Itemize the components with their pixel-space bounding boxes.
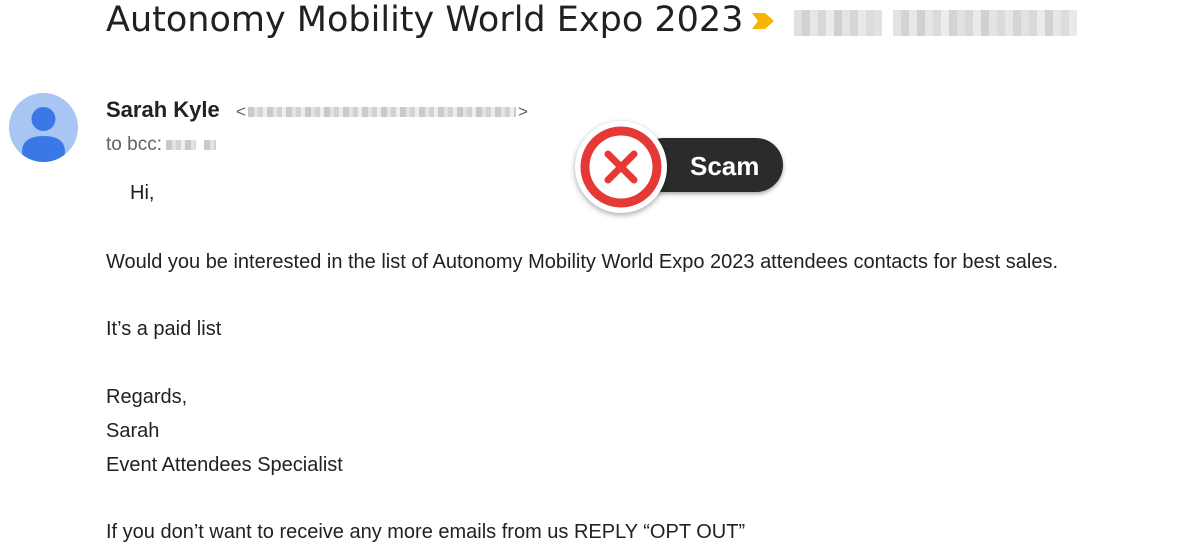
sender-email[interactable]: < > — [236, 101, 528, 123]
email-subject: Autonomy Mobility World Expo 2023 — [106, 0, 744, 40]
label-chip-2[interactable] — [893, 10, 1077, 36]
important-marker-icon[interactable] — [752, 13, 774, 29]
scam-badge-label: Scam — [690, 151, 760, 181]
body-greeting: Hi, — [130, 182, 155, 204]
redacted-recipient-2 — [203, 140, 216, 150]
person-icon — [22, 107, 65, 162]
sender-name[interactable]: Sarah Kyle — [106, 97, 220, 123]
sender-avatar[interactable] — [9, 93, 78, 162]
scam-badge-circle — [575, 121, 667, 213]
redacted-email — [247, 107, 516, 117]
scam-badge: Scam — [575, 121, 785, 213]
redacted-recipient — [165, 140, 196, 150]
body-paragraph-1: Would you be interested in the list of A… — [106, 251, 1059, 273]
body-paragraph-2: It’s a paid list — [106, 318, 222, 340]
body-sign-name: Sarah — [106, 420, 160, 442]
body-signoff: Regards, — [106, 386, 188, 408]
label-chip-1[interactable] — [794, 10, 882, 36]
sender-email-close: > — [517, 102, 528, 121]
x-mark-icon — [580, 126, 662, 208]
sender-email-open: < — [236, 102, 246, 121]
body-sign-title: Event Attendees Specialist — [106, 454, 343, 476]
recipient-line[interactable]: to bcc: — [106, 134, 216, 156]
body-footer: If you don’t want to receive any more em… — [106, 521, 746, 543]
recipient-label: to bcc: — [106, 134, 162, 155]
